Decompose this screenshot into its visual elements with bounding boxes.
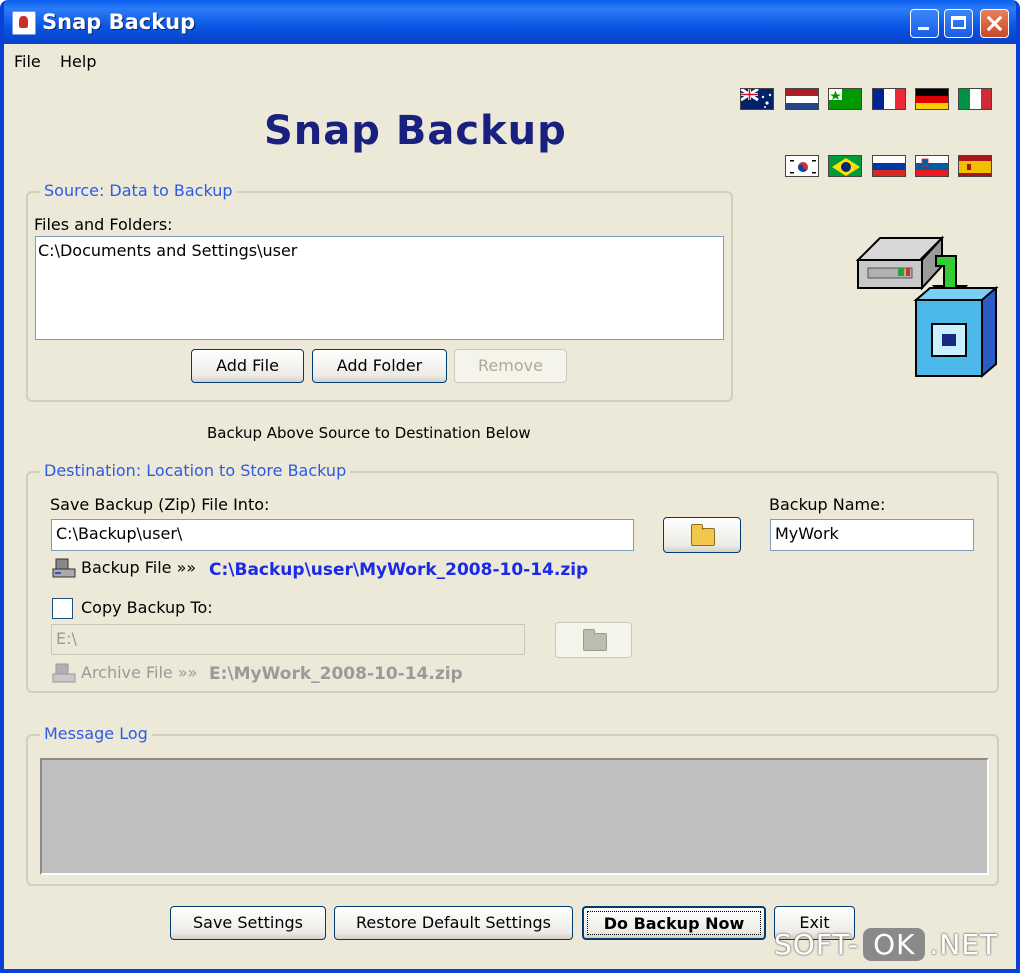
- archive-drive-icon: [52, 663, 76, 683]
- close-button[interactable]: [980, 9, 1009, 38]
- list-item[interactable]: C:\Documents and Settings\user: [38, 241, 721, 260]
- flag-dutch-icon: [786, 89, 818, 109]
- flag-esperanto-icon: [829, 89, 861, 109]
- flag-italian-icon: [959, 89, 991, 109]
- drive-icon: [52, 558, 76, 578]
- backup-drive-icon: [855, 235, 999, 379]
- backup-file-label: Backup File »»: [81, 558, 197, 577]
- save-settings-button[interactable]: Save Settings: [170, 906, 326, 940]
- flag-portuguese-icon: [829, 156, 861, 176]
- destination-group-title: Destination: Location to Store Backup: [40, 461, 351, 480]
- archive-file-path: E:\MyWork_2008-10-14.zip: [209, 664, 463, 684]
- maximize-button[interactable]: [944, 9, 973, 38]
- watermark: SOFT- OK .NET: [774, 928, 998, 961]
- menu-file[interactable]: File: [14, 52, 41, 71]
- copy-backup-label[interactable]: Copy Backup To:: [81, 598, 213, 617]
- flag-russian-icon: [873, 156, 905, 176]
- files-folders-label: Files and Folders:: [34, 215, 173, 234]
- backup-name-input[interactable]: MyWork: [770, 519, 974, 551]
- flag-french[interactable]: [872, 88, 906, 110]
- restore-defaults-button[interactable]: Restore Default Settings: [334, 906, 573, 940]
- watermark-left: SOFT-: [774, 928, 860, 961]
- files-folders-list[interactable]: C:\Documents and Settings\user: [35, 236, 724, 340]
- flag-russian[interactable]: [872, 155, 906, 177]
- flag-german[interactable]: [915, 88, 949, 110]
- window-title: Snap Backup: [42, 10, 196, 34]
- minimize-button[interactable]: [910, 9, 939, 38]
- flag-french-icon: [873, 89, 905, 109]
- folder-icon: [582, 629, 607, 651]
- watermark-right: .NET: [929, 928, 999, 961]
- flag-slovenian[interactable]: [915, 155, 949, 177]
- copy-path-input[interactable]: E:\: [51, 624, 525, 655]
- save-into-label: Save Backup (Zip) File Into:: [50, 495, 270, 514]
- java-app-icon: [12, 11, 36, 35]
- flag-slovenian-icon: [916, 156, 948, 176]
- copy-backup-checkbox[interactable]: [52, 598, 73, 619]
- do-backup-now-button[interactable]: Do Backup Now: [582, 906, 766, 940]
- flag-german-icon: [916, 89, 948, 109]
- message-log-title: Message Log: [40, 724, 152, 743]
- folder-icon: [691, 524, 715, 546]
- flag-dutch[interactable]: [785, 88, 819, 110]
- instruction-text: Backup Above Source to Destination Below: [207, 424, 531, 442]
- app-window: Snap Backup File Help Snap Backup Source…: [0, 0, 1020, 973]
- flag-portuguese[interactable]: [828, 155, 862, 177]
- backup-name-label: Backup Name:: [769, 495, 886, 514]
- flag-spanish[interactable]: [958, 155, 992, 177]
- menu-bar: File Help: [4, 44, 1016, 78]
- backup-file-path: C:\Backup\user\MyWork_2008-10-14.zip: [209, 560, 589, 580]
- add-folder-button[interactable]: Add Folder: [312, 349, 447, 383]
- source-group-title: Source: Data to Backup: [40, 181, 237, 200]
- add-file-button[interactable]: Add File: [191, 349, 304, 383]
- flag-spanish-icon: [959, 156, 991, 176]
- browse-copy-folder-button[interactable]: [555, 622, 632, 658]
- menu-help[interactable]: Help: [60, 52, 96, 71]
- watermark-middle: OK: [863, 928, 926, 961]
- flag-korean[interactable]: [785, 155, 819, 177]
- archive-file-label: Archive File »»: [81, 663, 198, 682]
- app-logo-title: Snap Backup: [264, 108, 567, 154]
- flag-korean-icon: [786, 156, 818, 176]
- flag-italian[interactable]: [958, 88, 992, 110]
- flag-english-icon: [741, 89, 773, 109]
- title-bar[interactable]: Snap Backup: [4, 0, 1016, 44]
- flag-esperanto[interactable]: [828, 88, 862, 110]
- remove-button[interactable]: Remove: [454, 349, 567, 383]
- message-log-area[interactable]: [40, 758, 989, 875]
- flag-english[interactable]: [740, 88, 774, 110]
- save-path-input[interactable]: C:\Backup\user\: [51, 519, 634, 551]
- browse-save-folder-button[interactable]: [663, 517, 741, 553]
